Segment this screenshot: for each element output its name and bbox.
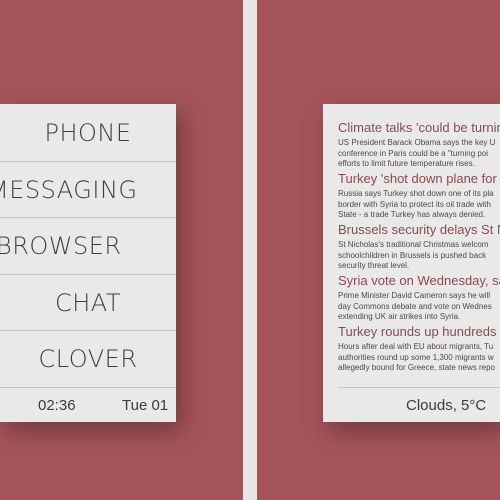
news-panel: Climate talks 'could be turning p US Pre…	[323, 104, 500, 422]
news-item[interactable]: Syria vote on Wednesday, says P Prime Mi…	[338, 273, 500, 323]
app-browser[interactable]: BROWSER	[0, 218, 172, 274]
separator	[338, 387, 500, 388]
center-divider	[243, 0, 257, 500]
news-headline[interactable]: Turkey rounds up hundreds of m	[338, 324, 500, 339]
news-headline[interactable]: Syria vote on Wednesday, says P	[338, 273, 500, 288]
news-summary: Hours after deal with EU about migrants,…	[338, 342, 495, 372]
news-summary: St Nicholas's traditional Christmas welc…	[338, 240, 489, 270]
news-item[interactable]: Turkey rounds up hundreds of m Hours aft…	[338, 324, 500, 374]
news-headline[interactable]: Brussels security delays St Nich	[338, 222, 500, 237]
separator	[0, 387, 176, 388]
news-item[interactable]: Turkey 'shot down plane for IS o Russia …	[338, 171, 500, 221]
app-phone[interactable]: PHONE	[0, 105, 176, 161]
app-chat[interactable]: CHAT	[0, 275, 176, 331]
weather-status: Clouds, 5°C	[406, 397, 487, 414]
news-summary: Prime Minister David Cameron says he wil…	[338, 291, 492, 321]
news-item[interactable]: Brussels security delays St Nich St Nich…	[338, 222, 500, 272]
clock-date: Tue 01	[122, 397, 169, 414]
app-messaging[interactable]: MESSAGING	[0, 162, 164, 218]
clock-time: 02:36	[38, 397, 76, 414]
status-row: 02:36 Tue 01	[0, 389, 176, 422]
news-item[interactable]: Climate talks 'could be turning p US Pre…	[338, 120, 500, 170]
app-launcher-panel: PHONE MESSAGING BROWSER CHAT CLOVER 02:3…	[0, 104, 176, 422]
app-clover[interactable]: CLOVER	[0, 331, 176, 387]
news-headline[interactable]: Climate talks 'could be turning p	[338, 120, 500, 135]
news-headline[interactable]: Turkey 'shot down plane for IS o	[338, 171, 500, 186]
news-summary: Russia says Turkey shot down one of its …	[338, 189, 494, 219]
news-summary: US President Barack Obama says the key U…	[338, 138, 496, 168]
